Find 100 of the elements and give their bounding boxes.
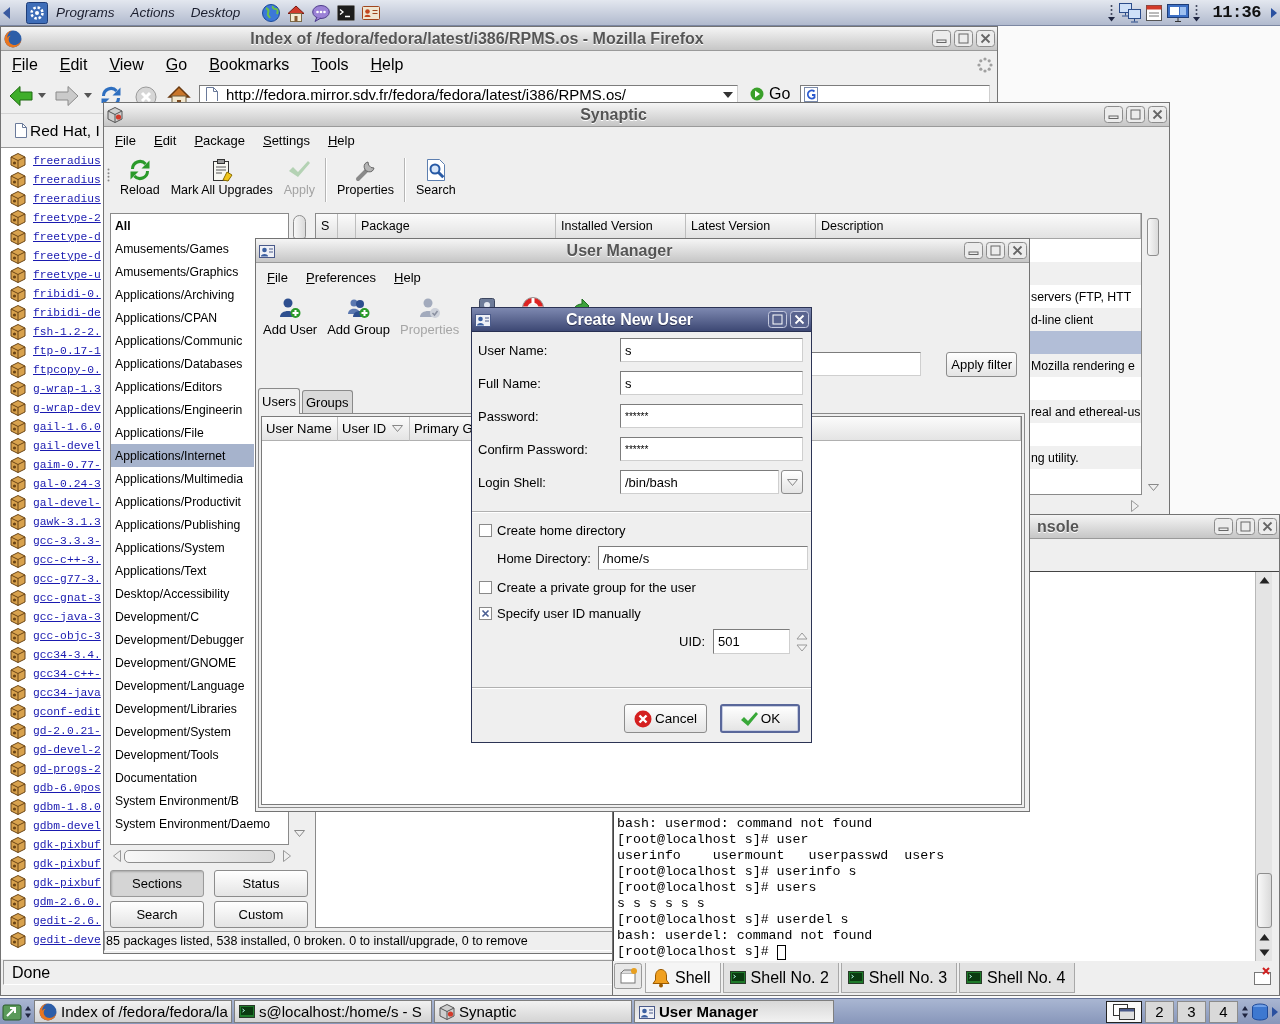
menu-item[interactable]: Tools (300, 56, 360, 74)
section-item[interactable]: Amusements/Graphics (111, 260, 254, 283)
drive-icon[interactable] (1251, 1002, 1269, 1021)
checkbox-label[interactable]: Create home directory (497, 522, 626, 538)
column-header[interactable]: Description (816, 214, 1141, 239)
task-button[interactable]: s@localhost:/home/s - S (234, 1000, 432, 1023)
file-link[interactable]: gcc-g77-3. (33, 572, 101, 585)
section-item[interactable]: Desktop/Accessibility (111, 582, 254, 605)
task-button[interactable]: User Manager (634, 1000, 834, 1023)
maximize-icon[interactable] (1126, 106, 1145, 123)
scrollbar-thumb[interactable] (1256, 873, 1272, 928)
gear-logo-icon[interactable] (26, 1, 48, 24)
file-link[interactable]: gal-devel- (33, 496, 101, 509)
file-link[interactable]: freeradius (33, 173, 101, 186)
checkbox[interactable] (479, 580, 492, 594)
file-link[interactable]: gcc-objc-3 (33, 629, 101, 642)
terminal-tab[interactable]: Shell No. 2 (722, 963, 839, 993)
file-link[interactable]: gaim-0.77- (33, 458, 101, 471)
section-item[interactable]: Applications/Multimedia (111, 467, 254, 490)
section-item[interactable]: Development/GNOME (111, 651, 254, 674)
file-link[interactable]: ftpcopy-0. (33, 363, 101, 376)
table-row[interactable]: servers (FTP, HTT (1030, 285, 1141, 308)
terminal-tab[interactable]: Shell No. 3 (840, 963, 958, 993)
menu-item[interactable]: Bookmarks (198, 56, 301, 74)
arrow-icon[interactable] (3, 6, 10, 19)
minimize-icon[interactable] (1214, 518, 1233, 535)
column-header[interactable]: Installed Version (556, 214, 686, 239)
bookmark-item[interactable]: Red Hat, I (15, 121, 100, 140)
new-tab-icon[interactable] (614, 963, 642, 989)
menu-item[interactable]: File (258, 269, 297, 285)
toolbar-button[interactable]: Mark All Upgrades (166, 158, 277, 198)
section-item[interactable]: Applications/Internet (111, 444, 254, 467)
text-field[interactable]: s (620, 371, 803, 395)
file-link[interactable]: gconf-edit (33, 705, 101, 718)
caret-icon[interactable] (38, 93, 46, 98)
section-item[interactable]: Development/Debugger (111, 628, 254, 651)
close-icon[interactable] (1008, 242, 1027, 259)
scrollbar-thumb[interactable] (1147, 218, 1159, 256)
file-link[interactable]: g-wrap-1.3 (33, 382, 101, 395)
section-item[interactable]: Development/Tools (111, 743, 254, 766)
file-link[interactable]: g-wrap-dev (33, 401, 101, 414)
file-link[interactable]: gdk-pixbuf (33, 838, 101, 851)
desktop-button[interactable]: 3 (1177, 1000, 1206, 1023)
desktop-button[interactable]: 4 (1209, 1000, 1238, 1023)
sort-arrow-icon[interactable] (392, 425, 404, 432)
section-item[interactable]: Applications/Text (111, 559, 254, 582)
column-header[interactable]: Latest Version (686, 214, 816, 239)
password-field[interactable]: ****** (620, 404, 803, 428)
file-link[interactable]: gail-1.6.0 (33, 420, 101, 433)
table-row[interactable]: Mozilla rendering e (1030, 354, 1141, 377)
grip-icon[interactable] (107, 168, 110, 182)
menu-item[interactable]: Help (318, 132, 364, 148)
monitor-icon[interactable] (1167, 3, 1190, 22)
file-link[interactable]: freetype-d (33, 230, 101, 243)
file-link[interactable]: gcc34-c++- (33, 667, 101, 680)
section-item[interactable]: System Environment/Daemo (111, 812, 271, 835)
menu-item[interactable]: View (98, 56, 155, 74)
section-item[interactable]: Development/Language (111, 674, 254, 697)
section-item[interactable]: Applications/File (111, 421, 254, 444)
menu-item[interactable]: Settings (253, 132, 319, 148)
task-button[interactable]: Synaptic (434, 1000, 632, 1023)
column-header[interactable]: User ID (338, 417, 410, 441)
file-link[interactable]: fsh-1.2-2. (33, 325, 101, 338)
maximize-icon[interactable] (986, 242, 1005, 259)
file-link[interactable]: gdbm-1.8.0 (33, 800, 101, 813)
close-icon[interactable] (790, 311, 809, 328)
file-link[interactable]: gcc-3.3.3- (33, 534, 101, 547)
text-field[interactable]: /home/s (597, 546, 808, 570)
filter-button[interactable]: Status (214, 870, 308, 897)
checkbox-label[interactable]: Create a private group for the user (497, 579, 696, 595)
menu-item[interactable]: File (1, 56, 49, 74)
cancel-button[interactable]: Cancel (624, 704, 707, 733)
filter-button[interactable]: Search (110, 901, 204, 928)
section-item[interactable]: Development/C (111, 605, 254, 628)
scrollbar-thumb[interactable] (124, 849, 275, 863)
task-button[interactable]: Index of /fedora/fedora/la (34, 1000, 232, 1023)
combo-field[interactable]: /bin/bash (620, 470, 779, 494)
checkbox[interactable] (479, 523, 492, 537)
launch-icon[interactable] (2, 1001, 22, 1022)
toolbar-button[interactable]: Properties (333, 158, 398, 198)
section-item[interactable]: Applications/CPAN (111, 306, 254, 329)
file-link[interactable]: gawk-3.1.3 (33, 515, 101, 528)
toolbar-button[interactable]: Search (412, 158, 460, 198)
terminal-icon[interactable] (337, 3, 356, 22)
notepad-icon[interactable] (1145, 3, 1164, 22)
file-link[interactable]: gdbm-devel (33, 819, 101, 832)
menu-item[interactable]: Actions (130, 5, 175, 20)
text-field[interactable]: s (620, 338, 803, 362)
file-link[interactable]: freetype-2 (33, 211, 101, 224)
file-link[interactable]: gd-devel-2 (33, 743, 101, 756)
file-link[interactable]: freetype-u (33, 268, 101, 281)
toolbar-button[interactable]: Add User (263, 297, 318, 338)
terminal-tab[interactable]: Shell No. 4 (959, 963, 1076, 993)
file-link[interactable]: gdk-pixbuf (33, 857, 101, 870)
file-link[interactable]: gd-2.0.21- (33, 724, 101, 737)
chat-bubble-icon[interactable] (312, 3, 331, 22)
terminal-tab[interactable]: Shell (645, 963, 721, 993)
menu-item[interactable]: Preferences (296, 269, 386, 285)
computers-icon[interactable] (1119, 2, 1142, 23)
section-item[interactable]: Development/System (111, 720, 254, 743)
